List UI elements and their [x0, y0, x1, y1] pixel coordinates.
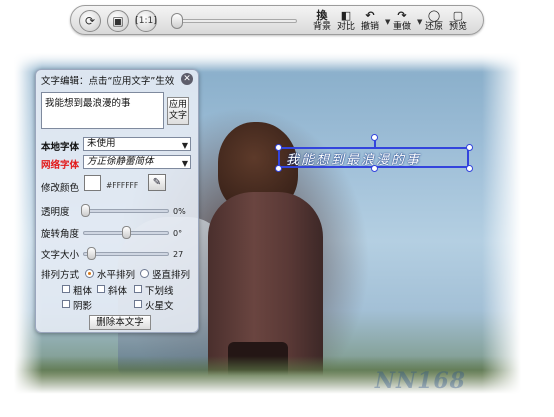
restore-icon: ◯ — [427, 8, 441, 22]
close-button[interactable]: ✕ — [181, 73, 193, 85]
actual-size-icon: [1:1] — [135, 16, 157, 26]
horizontal-label: 水平排列 — [97, 270, 136, 281]
actual-size-button[interactable]: [1:1] — [135, 10, 157, 32]
size-label: 文字大小 — [41, 250, 80, 261]
rotation-value: 0° — [173, 229, 183, 238]
undo-icon: ↶ — [365, 8, 375, 22]
close-icon: ✕ — [183, 74, 191, 84]
color-label: 修改颜色 — [41, 183, 80, 194]
zoom-slider[interactable] — [177, 19, 297, 23]
color-swatch[interactable] — [84, 175, 101, 191]
redo-button[interactable]: ↷ 重做 — [393, 9, 411, 34]
top-toolbar: ⟳ ▣ [1:1] 換 背景 ◧ 对比 ↶ 撤销 ▼ ↷ 重做 ▼ ◯ 还原 ▢… — [70, 5, 484, 35]
overlay-text: 我能想到最浪漫的事 — [286, 153, 422, 168]
local-font-label: 本地字体 — [41, 142, 80, 153]
web-font-label: 网络字体 — [41, 160, 80, 171]
glow-checkbox[interactable] — [134, 300, 142, 308]
preview-button[interactable]: ▢ 预览 — [449, 9, 467, 34]
resize-handle-bottom-right[interactable] — [466, 165, 473, 172]
eyedropper-button[interactable]: ✎ — [148, 174, 166, 191]
refresh-icon: ⟳ — [84, 14, 96, 28]
opacity-value: 0% — [173, 207, 186, 216]
preview-icon: ▢ — [452, 8, 464, 22]
vertical-label: 竖直排列 — [152, 270, 191, 281]
italic-checkbox[interactable] — [97, 285, 105, 293]
compare-icon: ◧ — [340, 8, 352, 22]
zoom-slider-knob[interactable] — [171, 13, 183, 29]
apply-text-button[interactable]: 应用文字 — [167, 97, 189, 125]
fit-screen-button[interactable]: ▣ — [107, 10, 129, 32]
swap-icon: 換 — [316, 8, 328, 22]
compare-button[interactable]: ◧ 对比 — [337, 9, 355, 34]
size-value: 27 — [173, 250, 184, 259]
resize-handle-top-right[interactable] — [466, 144, 473, 151]
chevron-down-icon: ▼ — [181, 141, 188, 150]
glow-label: 火星文 — [145, 301, 174, 312]
redo-icon: ↷ — [397, 8, 407, 22]
opacity-slider-knob[interactable] — [81, 204, 90, 217]
shadow-label: 阴影 — [73, 301, 93, 312]
shadow-checkbox[interactable] — [62, 300, 70, 308]
rotate-handle[interactable] — [371, 134, 378, 141]
eyedropper-icon: ✎ — [152, 177, 162, 188]
vertical-radio[interactable] — [140, 269, 149, 278]
web-font-select[interactable]: 方正徐静蕾简体 ▼ — [83, 155, 191, 169]
horizontal-radio[interactable] — [85, 269, 94, 278]
text-input[interactable]: 我能想到最浪漫的事 — [41, 92, 164, 129]
italic-label: 斜体 — [108, 286, 128, 297]
rotation-label: 旋转角度 — [41, 229, 80, 240]
redo-dropdown-icon[interactable]: ▼ — [417, 18, 422, 26]
underline-label: 下划线 — [145, 286, 174, 297]
undo-button[interactable]: ↶ 撤销 — [361, 9, 379, 34]
bold-checkbox[interactable] — [62, 285, 70, 293]
refresh-button[interactable]: ⟳ — [79, 10, 101, 32]
underline-checkbox[interactable] — [134, 285, 142, 293]
undo-dropdown-icon[interactable]: ▼ — [385, 18, 390, 26]
resize-handle-bottom[interactable] — [371, 165, 378, 172]
opacity-slider[interactable] — [83, 209, 169, 213]
chevron-down-icon: ▼ — [181, 159, 188, 168]
local-font-select[interactable]: 未使用 ▼ — [83, 137, 191, 151]
text-edit-panel: 文字编辑：点击“应用文字”生效 ✕ 我能想到最浪漫的事 应用文字 本地字体 未使… — [35, 69, 199, 333]
watermark: NN168 — [374, 368, 466, 394]
rotation-slider-knob[interactable] — [122, 226, 131, 239]
color-hex: #FFFFFF — [106, 181, 139, 190]
resize-handle-top-left[interactable] — [275, 144, 282, 151]
size-slider-knob[interactable] — [87, 247, 96, 260]
delete-text-button[interactable]: 删除本文字 — [89, 315, 151, 330]
monitor-icon: ▣ — [112, 14, 124, 28]
restore-button[interactable]: ◯ 还原 — [425, 9, 443, 34]
bold-label: 粗体 — [73, 286, 93, 297]
panel-title: 文字编辑：点击“应用文字”生效 — [41, 76, 175, 87]
resize-handle-bottom-left[interactable] — [275, 165, 282, 172]
background-button[interactable]: 換 背景 — [313, 9, 331, 34]
layout-label: 排列方式 — [41, 270, 80, 281]
opacity-label: 透明度 — [41, 207, 70, 218]
